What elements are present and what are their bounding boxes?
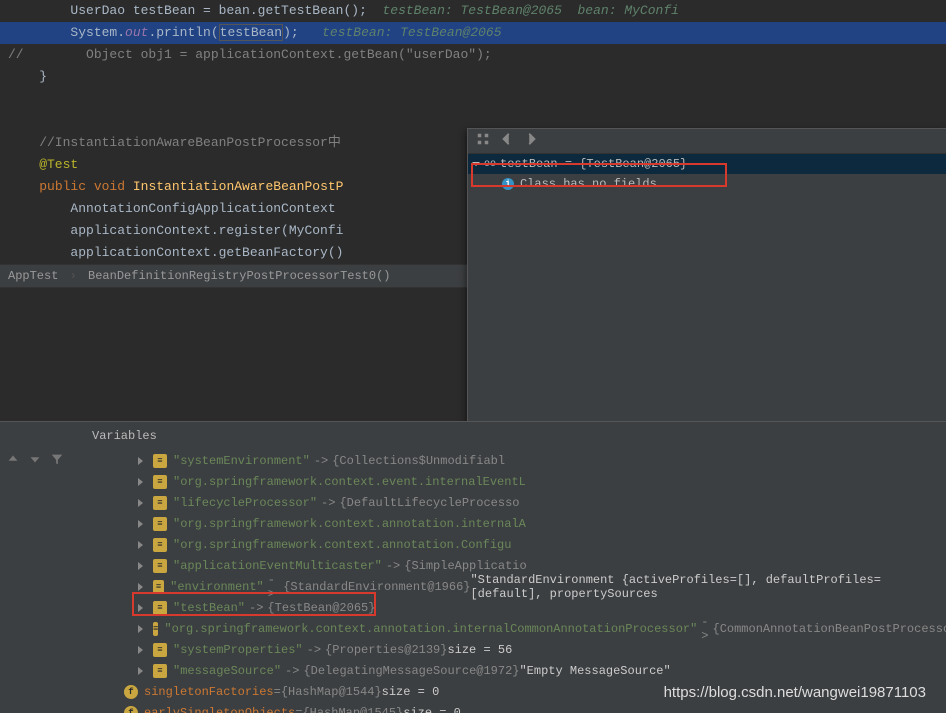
- breadcrumb-item[interactable]: BeanDefinitionRegistryPostProcessorTest0…: [88, 269, 390, 283]
- info-icon: i: [502, 178, 514, 190]
- forward-icon[interactable]: [524, 132, 538, 150]
- expand-icon[interactable]: [138, 478, 143, 486]
- debug-panel[interactable]: Variables ≡"systemEnvironment" -> {Colle…: [0, 421, 946, 713]
- map-entry-icon: ≡: [153, 643, 167, 657]
- down-icon[interactable]: [28, 452, 42, 470]
- map-entry-icon: ≡: [153, 454, 167, 468]
- variable-row[interactable]: fearlySingletonObjects = {HashMap@1545} …: [84, 702, 946, 713]
- map-entry-icon: ≡: [153, 601, 167, 615]
- up-icon[interactable]: [6, 452, 20, 470]
- variable-row[interactable]: ≡"systemEnvironment" -> {Collections$Unm…: [84, 450, 946, 471]
- variable-row[interactable]: ≡"org.springframework.context.annotation…: [84, 513, 946, 534]
- expand-icon[interactable]: [138, 499, 143, 507]
- watermark: https://blog.csdn.net/wangwei19871103: [664, 684, 926, 701]
- variables-header: Variables: [84, 425, 165, 447]
- code-line: }: [0, 66, 946, 88]
- expand-icon[interactable]: [138, 646, 143, 654]
- map-entry-icon: ≡: [153, 517, 167, 531]
- expand-icon[interactable]: [138, 541, 143, 549]
- popup-nav-icon[interactable]: [476, 132, 490, 150]
- info-text: Class has no fields: [520, 177, 657, 191]
- variable-row[interactable]: ≡"org.springframework.context.annotation…: [84, 618, 946, 639]
- variable-row[interactable]: ≡"environment" -> {StandardEnvironment@1…: [84, 576, 946, 597]
- debug-side-icons: [6, 452, 64, 470]
- filter-icon[interactable]: [50, 452, 64, 470]
- expand-icon[interactable]: [138, 583, 143, 591]
- breadcrumb-item[interactable]: AppTest: [8, 269, 58, 283]
- field-icon: f: [124, 685, 138, 699]
- variable-row[interactable]: ≡"systemProperties" -> {Properties@2139}…: [84, 639, 946, 660]
- map-entry-icon: ≡: [153, 496, 167, 510]
- expand-icon[interactable]: [138, 520, 143, 528]
- map-entry-icon: ≡: [153, 559, 167, 573]
- variable-text: testBean = {TestBean@2065}: [500, 157, 687, 171]
- map-entry-icon: ≡: [153, 580, 164, 594]
- expand-icon[interactable]: [138, 625, 143, 633]
- expand-icon[interactable]: [138, 457, 143, 465]
- variable-row[interactable]: ≡"org.springframework.context.annotation…: [84, 534, 946, 555]
- variables-list[interactable]: ≡"systemEnvironment" -> {Collections$Unm…: [84, 450, 946, 713]
- field-icon: f: [124, 706, 138, 713]
- code-line: UserDao testBean = bean.getTestBean(); t…: [0, 0, 946, 22]
- popup-variable-row[interactable]: oo testBean = {TestBean@2065}: [468, 154, 946, 174]
- object-icon: oo: [484, 159, 496, 170]
- variable-row[interactable]: ≡"lifecycleProcessor" -> {DefaultLifecyc…: [84, 492, 946, 513]
- map-entry-icon: ≡: [153, 538, 167, 552]
- variable-row[interactable]: ≡"messageSource" -> {DelegatingMessageSo…: [84, 660, 946, 681]
- popup-info-row: i Class has no fields: [468, 174, 946, 194]
- expand-icon[interactable]: [138, 562, 143, 570]
- code-line-highlighted: System.out.println(testBean); testBean: …: [0, 22, 946, 44]
- back-icon[interactable]: [500, 132, 514, 150]
- map-entry-icon: ≡: [153, 622, 158, 636]
- popup-toolbar: [468, 129, 946, 154]
- code-line: // Object obj1 = applicationContext.getB…: [0, 44, 946, 66]
- variable-row[interactable]: ≡"org.springframework.context.event.inte…: [84, 471, 946, 492]
- code-line: [0, 88, 946, 110]
- map-entry-icon: ≡: [153, 664, 167, 678]
- expand-icon[interactable]: [472, 162, 480, 166]
- expand-icon[interactable]: [138, 604, 143, 612]
- expand-icon[interactable]: [138, 667, 143, 675]
- map-entry-icon: ≡: [153, 475, 167, 489]
- breadcrumb-separator: ›: [70, 269, 77, 283]
